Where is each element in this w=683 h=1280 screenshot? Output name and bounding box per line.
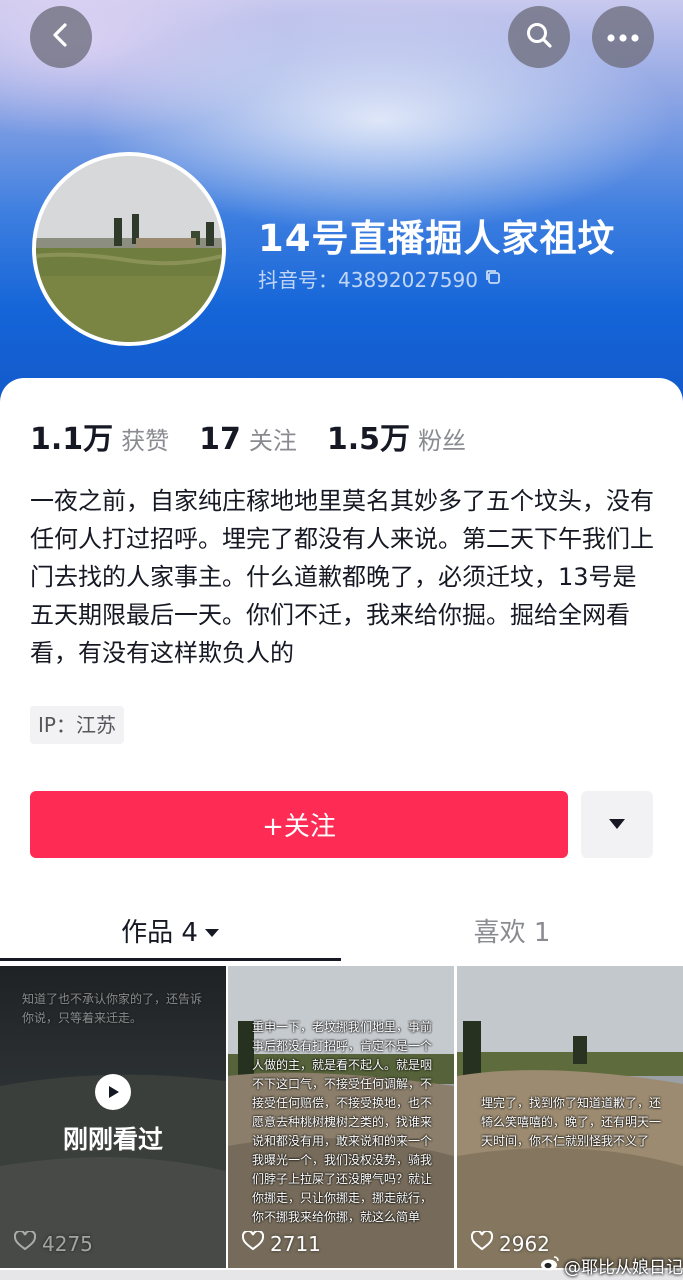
content-tabs: 作品 4 喜欢 1	[0, 895, 683, 965]
follow-button[interactable]: +关注	[30, 791, 568, 858]
chevron-left-icon	[48, 22, 74, 52]
copy-icon[interactable]	[484, 267, 502, 291]
profile-nickname: 14号直播掘人家祖坟	[258, 217, 616, 260]
active-tab-indicator	[0, 958, 341, 961]
recently-watched-badge: 刚刚看过	[0, 1074, 226, 1156]
search-button[interactable]	[508, 6, 570, 68]
tab-works[interactable]: 作品 4	[0, 895, 341, 965]
back-button[interactable]	[30, 6, 92, 68]
triangle-down-icon	[608, 815, 626, 834]
tab-works-label: 作品 4	[121, 917, 198, 948]
ip-location-tag: IP：江苏	[30, 706, 124, 744]
following-count[interactable]: 17	[199, 422, 241, 457]
heart-outline-icon	[13, 1229, 37, 1256]
followers-label[interactable]: 粉丝	[418, 421, 466, 456]
heart-outline-icon	[241, 1229, 265, 1256]
followers-count[interactable]: 1.5万	[327, 414, 410, 458]
search-icon	[524, 20, 554, 54]
video-tile[interactable]: 重申一下，老坟挪我们地里，事前事后都没有打招呼，肯定不是一个人做的主，就是看不起…	[228, 966, 454, 1268]
play-icon	[95, 1074, 131, 1110]
video-tile[interactable]: 埋完了，找到你了知道道歉了，还犄么笑嘻嘻的，晚了，还有明天一天时间，你不仁就别怪…	[457, 966, 683, 1268]
douyin-id-text: 抖音号：43892027590	[258, 268, 478, 292]
more-dots-icon	[606, 28, 640, 47]
video-like-count-text: 2711	[270, 1231, 321, 1256]
likes-received-count: 1.1万	[30, 422, 114, 457]
video-like-count-text: 2962	[499, 1231, 550, 1256]
video-grid: 知道了也不承认你家的了，还告诉你说，只等着来迁走。 刚刚看过 4275 重申一下…	[0, 966, 683, 1280]
video-caption: 知道了也不承认你家的了，还告诉你说，只等着来迁走。	[22, 992, 203, 1025]
tab-likes[interactable]: 喜欢 1	[341, 895, 683, 965]
profile-stats: 1.1万 获赞 17 关注 1.5万 粉丝	[30, 414, 496, 458]
heart-outline-icon	[470, 1229, 494, 1256]
video-like-count: 4275	[13, 1229, 93, 1256]
douyin-id[interactable]: 抖音号：43892027590	[258, 264, 502, 293]
weibo-watermark: @耶比从娘日记	[540, 1253, 683, 1278]
profile-bio: 一夜之前，自家纯庄稼地地里莫名其妙多了五个坟头，没有任何人打过招呼。埋完了都没有…	[30, 487, 654, 667]
more-options-button[interactable]	[592, 6, 654, 68]
video-caption: 重申一下，老坟挪我们地里，事前事后都没有打招呼，肯定不是一个人做的主，就是看不起…	[252, 1020, 433, 1224]
video-caption: 埋完了，找到你了知道道歉了，还犄么笑嘻嘻的，晚了，还有明天一天时间，你不仁就别怪…	[481, 1096, 662, 1148]
watermark-text: @耶比从娘日记	[564, 1258, 683, 1278]
recommend-dropdown-button[interactable]	[581, 791, 653, 858]
video-like-count-text: 4275	[42, 1231, 93, 1256]
following-label[interactable]: 关注	[249, 421, 297, 456]
video-tile[interactable]: 知道了也不承认你家的了，还告诉你说，只等着来迁走。 刚刚看过 4275	[0, 966, 226, 1268]
weibo-logo-icon	[540, 1255, 560, 1276]
video-like-count: 2962	[470, 1229, 550, 1256]
video-like-count: 2711	[241, 1229, 321, 1256]
avatar[interactable]	[32, 152, 226, 346]
avatar-field-image	[36, 156, 222, 342]
tab-likes-label: 喜欢 1	[473, 917, 551, 948]
likes-received-label: 获赞	[121, 427, 170, 455]
recently-watched-label: 刚刚看过	[62, 1125, 163, 1154]
caret-down-icon	[204, 915, 220, 945]
